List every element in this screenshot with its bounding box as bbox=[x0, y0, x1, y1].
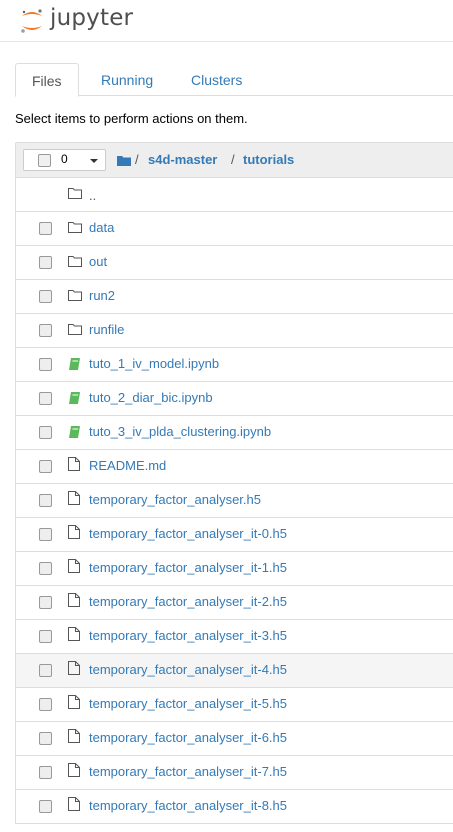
row-checkbox[interactable] bbox=[39, 732, 52, 745]
file-name-link[interactable]: tuto_1_iv_model.ipynb bbox=[89, 356, 219, 371]
file-icon bbox=[68, 695, 80, 712]
row-checkbox[interactable] bbox=[39, 800, 52, 813]
file-name-link[interactable]: temporary_factor_analyser_it-2.h5 bbox=[89, 594, 287, 609]
file-row[interactable]: temporary_factor_analyser_it-6.h5 bbox=[16, 722, 453, 756]
row-checkbox[interactable] bbox=[39, 766, 52, 779]
notebook-icon bbox=[68, 392, 81, 407]
file-row[interactable]: tuto_1_iv_model.ipynb bbox=[16, 348, 453, 382]
file-name-link[interactable]: out bbox=[89, 254, 107, 269]
select-all-button[interactable]: 0 bbox=[23, 149, 85, 171]
breadcrumb-s4d-master[interactable]: s4d-master bbox=[148, 152, 217, 167]
file-icon bbox=[68, 627, 80, 644]
row-checkbox[interactable] bbox=[39, 664, 52, 677]
file-name-link[interactable]: temporary_factor_analyser_it-1.h5 bbox=[89, 560, 287, 575]
selected-count: 0 bbox=[61, 152, 68, 166]
file-row[interactable]: temporary_factor_analyser_it-4.h5 bbox=[16, 654, 453, 688]
file-name-link[interactable]: tuto_3_iv_plda_clustering.ipynb bbox=[89, 424, 271, 439]
file-name-link[interactable]: temporary_factor_analyser_it-7.h5 bbox=[89, 764, 287, 779]
file-row[interactable]: temporary_factor_analyser.h5 bbox=[16, 484, 453, 518]
file-row[interactable]: runfile bbox=[16, 314, 453, 348]
tab-bar: Files Running Clusters bbox=[15, 63, 453, 97]
file-row[interactable]: README.md bbox=[16, 450, 453, 484]
file-row[interactable]: tuto_2_diar_bic.ipynb bbox=[16, 382, 453, 416]
file-icon bbox=[68, 457, 80, 474]
file-row[interactable]: temporary_factor_analyser_it-0.h5 bbox=[16, 518, 453, 552]
file-name-link[interactable]: tuto_2_diar_bic.ipynb bbox=[89, 390, 213, 405]
select-dropdown-button[interactable] bbox=[83, 149, 106, 171]
file-icon bbox=[68, 729, 80, 746]
row-checkbox[interactable] bbox=[39, 222, 52, 235]
file-name-link[interactable]: README.md bbox=[89, 458, 166, 473]
folder-icon bbox=[68, 289, 82, 304]
folder-icon bbox=[68, 255, 82, 270]
file-row[interactable]: temporary_factor_analyser_it-1.h5 bbox=[16, 552, 453, 586]
file-name-link[interactable]: data bbox=[89, 220, 114, 235]
breadcrumb-separator: / bbox=[231, 152, 235, 167]
row-checkbox[interactable] bbox=[39, 256, 52, 269]
file-name-link[interactable]: .. bbox=[89, 188, 96, 203]
folder-icon[interactable] bbox=[117, 154, 131, 169]
file-icon bbox=[68, 491, 80, 508]
row-checkbox[interactable] bbox=[39, 698, 52, 711]
file-icon bbox=[68, 593, 80, 610]
row-checkbox[interactable] bbox=[39, 426, 52, 439]
file-icon bbox=[68, 763, 80, 780]
breadcrumb-separator: / bbox=[135, 152, 139, 167]
file-row[interactable]: temporary_factor_analyser_it-5.h5 bbox=[16, 688, 453, 722]
tab-files[interactable]: Files bbox=[15, 63, 79, 97]
select-all-checkbox[interactable] bbox=[38, 154, 51, 167]
row-checkbox[interactable] bbox=[39, 494, 52, 507]
file-row[interactable]: data bbox=[16, 212, 453, 246]
tab-running[interactable]: Running bbox=[85, 63, 169, 95]
file-name-link[interactable]: temporary_factor_analyser_it-5.h5 bbox=[89, 696, 287, 711]
row-checkbox[interactable] bbox=[39, 528, 52, 541]
list-header: 0 / s4d-master / tutorials bbox=[16, 143, 453, 178]
caret-down-icon bbox=[90, 159, 98, 163]
selection-hint: Select items to perform actions on them. bbox=[15, 111, 248, 126]
row-checkbox[interactable] bbox=[39, 290, 52, 303]
file-name-link[interactable]: temporary_factor_analyser_it-8.h5 bbox=[89, 798, 287, 813]
row-checkbox[interactable] bbox=[39, 630, 52, 643]
file-row[interactable]: temporary_factor_analyser_it-3.h5 bbox=[16, 620, 453, 654]
file-row[interactable]: temporary_factor_analyser_it-7.h5 bbox=[16, 756, 453, 790]
row-checkbox[interactable] bbox=[39, 562, 52, 575]
file-rows: .. data out run2 runfile tuto_1_iv_model.ipyn… bbox=[16, 178, 453, 823]
file-row[interactable]: .. bbox=[16, 178, 453, 212]
logo-text: jupyter bbox=[50, 5, 134, 31]
folder-icon bbox=[68, 187, 82, 202]
file-name-link[interactable]: temporary_factor_analyser_it-3.h5 bbox=[89, 628, 287, 643]
row-checkbox[interactable] bbox=[39, 596, 52, 609]
file-name-link[interactable]: run2 bbox=[89, 288, 115, 303]
row-checkbox[interactable] bbox=[39, 358, 52, 371]
file-row[interactable]: run2 bbox=[16, 280, 453, 314]
file-name-link[interactable]: temporary_factor_analyser.h5 bbox=[89, 492, 261, 507]
folder-icon bbox=[68, 221, 82, 236]
jupyter-logo-icon bbox=[21, 9, 42, 33]
row-checkbox[interactable] bbox=[39, 392, 52, 405]
file-icon bbox=[68, 661, 80, 678]
file-icon bbox=[68, 797, 80, 814]
row-checkbox[interactable] bbox=[39, 324, 52, 337]
file-name-link[interactable]: runfile bbox=[89, 322, 124, 337]
breadcrumb-tutorials[interactable]: tutorials bbox=[243, 152, 294, 167]
file-name-link[interactable]: temporary_factor_analyser_it-4.h5 bbox=[89, 662, 287, 677]
row-checkbox[interactable] bbox=[39, 460, 52, 473]
file-icon bbox=[68, 559, 80, 576]
file-icon bbox=[68, 525, 80, 542]
file-name-link[interactable]: temporary_factor_analyser_it-6.h5 bbox=[89, 730, 287, 745]
file-row[interactable]: tuto_3_iv_plda_clustering.ipynb bbox=[16, 416, 453, 450]
file-list: 0 / s4d-master / tutorials .. data out run2… bbox=[15, 142, 453, 824]
notebook-icon bbox=[68, 426, 81, 441]
file-row[interactable]: temporary_factor_analyser_it-2.h5 bbox=[16, 586, 453, 620]
jupyter-logo[interactable]: jupyter bbox=[19, 4, 149, 38]
header: jupyter bbox=[0, 0, 453, 42]
folder-icon bbox=[68, 323, 82, 338]
file-row[interactable]: out bbox=[16, 246, 453, 280]
file-row[interactable]: temporary_factor_analyser_it-8.h5 bbox=[16, 790, 453, 823]
file-name-link[interactable]: temporary_factor_analyser_it-0.h5 bbox=[89, 526, 287, 541]
tab-clusters[interactable]: Clusters bbox=[175, 63, 258, 95]
notebook-icon bbox=[68, 358, 81, 373]
